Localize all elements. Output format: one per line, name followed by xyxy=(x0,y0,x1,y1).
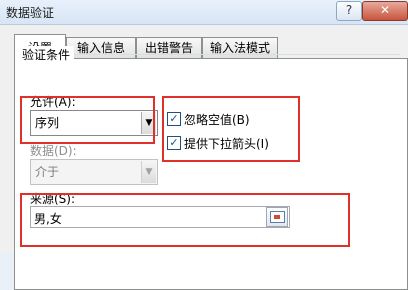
section-title: 验证条件 xyxy=(22,46,75,63)
data-select: 介于 ▼ xyxy=(30,159,158,185)
highlight-allow xyxy=(20,96,155,144)
window-title: 数据验证 xyxy=(6,6,55,20)
highlight-checkboxes xyxy=(162,96,300,162)
data-label: 数据(D): xyxy=(30,144,77,158)
section-divider xyxy=(22,54,400,55)
highlight-source xyxy=(20,193,350,247)
help-button[interactable]: ? xyxy=(336,1,362,21)
chevron-down-icon: ▼ xyxy=(141,161,156,183)
close-button[interactable]: ✕ xyxy=(362,1,408,21)
data-value: 介于 xyxy=(35,165,60,179)
title-bar: 数据验证 ? ✕ xyxy=(0,0,408,25)
